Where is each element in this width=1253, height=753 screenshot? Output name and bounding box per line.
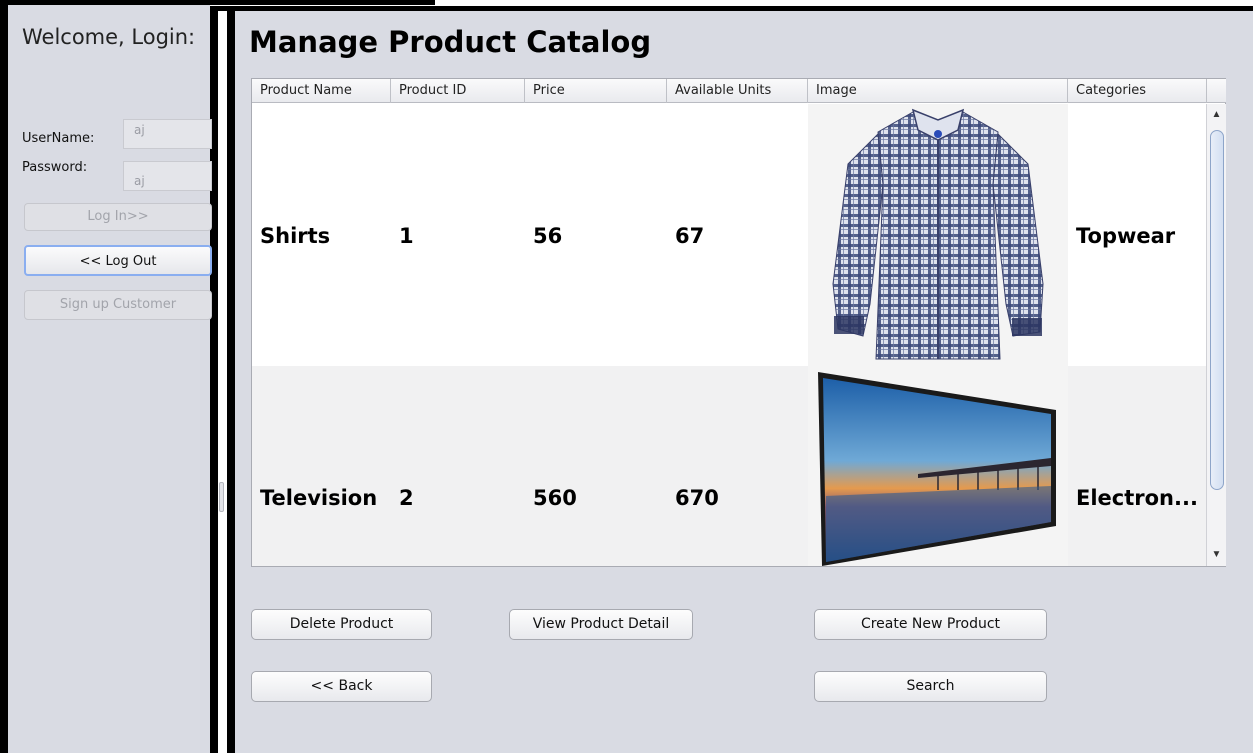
scroll-up-arrow-icon[interactable]: ▲ <box>1207 106 1226 124</box>
table-vertical-scrollbar[interactable]: ▲ ▼ <box>1206 104 1226 566</box>
television-image <box>808 366 1068 566</box>
logout-button[interactable]: << Log Out <box>24 245 212 276</box>
username-field[interactable]: aj <box>123 119 212 149</box>
cell-category: Topwear <box>1076 224 1176 248</box>
column-header-categories[interactable]: Categories <box>1068 79 1206 103</box>
cell-product-name: Shirts <box>260 224 331 248</box>
table-header-corner <box>1206 79 1226 103</box>
column-header-product-name[interactable]: Product Name <box>252 79 391 103</box>
column-header-available-units[interactable]: Available Units <box>667 79 808 103</box>
scroll-down-arrow-icon[interactable]: ▼ <box>1207 546 1226 564</box>
username-label: UserName: <box>22 131 95 146</box>
cell-available-units: 67 <box>675 224 705 248</box>
cell-product-name: Television <box>260 486 378 510</box>
cell-product-id: 1 <box>399 224 414 248</box>
table-header: Product Name Product ID Price Available … <box>252 79 1206 103</box>
password-field[interactable]: aj <box>123 161 212 191</box>
username-value: aj <box>134 123 145 137</box>
signup-customer-button[interactable]: Sign up Customer <box>24 290 212 320</box>
main-panel: Manage Product Catalog Product Name Prod… <box>235 11 1253 753</box>
back-button[interactable]: << Back <box>251 671 432 702</box>
password-value: aj <box>134 174 145 188</box>
cell-product-id: 2 <box>399 486 414 510</box>
frame-border-divider-right <box>227 6 235 753</box>
page-title: Manage Product Catalog <box>249 25 652 59</box>
split-pane-divider-handle[interactable] <box>219 482 224 512</box>
table-row[interactable]: Shirts 1 56 67 Topwear <box>252 104 1206 366</box>
cell-price: 56 <box>533 224 563 248</box>
password-label: Password: <box>22 160 88 175</box>
delete-product-button[interactable]: Delete Product <box>251 609 432 640</box>
view-product-detail-button[interactable]: View Product Detail <box>509 609 693 640</box>
frame-border-left <box>0 0 8 753</box>
login-panel: Welcome, Login: UserName: Password: aj a… <box>8 5 212 753</box>
table-row[interactable]: Television 2 560 670 Electron... <box>252 366 1206 566</box>
column-header-image[interactable]: Image <box>808 79 1068 103</box>
scrollbar-thumb[interactable] <box>1210 130 1224 490</box>
login-button[interactable]: Log In>> <box>24 203 212 231</box>
product-table: Product Name Product ID Price Available … <box>251 78 1226 567</box>
create-new-product-button[interactable]: Create New Product <box>814 609 1047 640</box>
cell-available-units: 670 <box>675 486 719 510</box>
search-button[interactable]: Search <box>814 671 1047 702</box>
welcome-label: Welcome, Login: <box>22 25 196 49</box>
cell-category: Electron... <box>1076 486 1198 510</box>
cell-price: 560 <box>533 486 577 510</box>
column-header-product-id[interactable]: Product ID <box>391 79 525 103</box>
shirt-image <box>808 104 1068 366</box>
column-header-price[interactable]: Price <box>525 79 667 103</box>
